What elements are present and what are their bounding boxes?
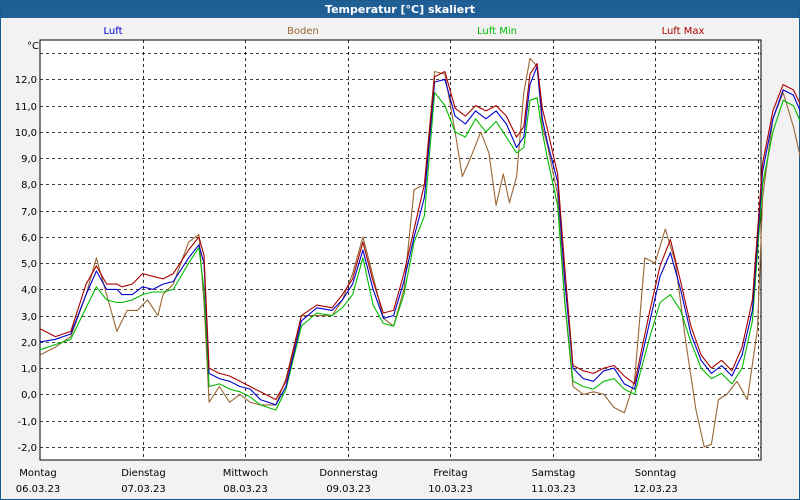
y-tick-label: 8,0 xyxy=(21,180,37,191)
y-tick-label: 12,0 xyxy=(15,75,37,86)
x-day-label: Montag xyxy=(19,468,56,479)
x-date-label: 08.03.23 xyxy=(223,484,268,495)
y-tick-label: 0,0 xyxy=(21,390,37,401)
x-day-label: Mittwoch xyxy=(223,468,268,479)
x-date-label: 10.03.23 xyxy=(428,484,473,495)
legend-entry-luft: Luft xyxy=(104,26,123,37)
x-axis: Montag 06.03.23 Dienstag 07.03.23 Mittwoch 08… xyxy=(16,468,678,495)
x-day-label: Freitag xyxy=(433,468,467,479)
legend-entry-luft-max: Luft Max xyxy=(662,26,705,37)
x-day-label: Donnerstag xyxy=(319,468,377,479)
y-axis: -2,0 -1,0 0,0 1,0 2,0 3,0 4,0 5,0 6,0 7,0 8,0 9,0 10… xyxy=(15,41,39,454)
x-date-label: 11.03.23 xyxy=(531,484,576,495)
x-date-label: 07.03.23 xyxy=(121,484,166,495)
temperature-chart: Luft Boden Luft Min Luft Max -2,0 -1,0 0,0 1,0… xyxy=(15,26,800,495)
y-tick-label: 5,0 xyxy=(21,259,37,270)
y-tick-label: -2,0 xyxy=(17,443,37,454)
y-tick-label: 4,0 xyxy=(21,285,37,296)
legend-entry-luft-min: Luft Min xyxy=(477,26,517,37)
x-day-label: Dienstag xyxy=(121,468,166,479)
legend-entry-boden: Boden xyxy=(287,26,319,37)
y-tick-label: 3,0 xyxy=(21,312,37,323)
y-tick-label: 2,0 xyxy=(21,338,37,349)
x-date-label: 12.03.23 xyxy=(633,484,678,495)
y-tick-label: 9,0 xyxy=(21,154,37,165)
y-tick-label: 7,0 xyxy=(21,207,37,218)
x-day-label: Sonntag xyxy=(635,468,677,479)
y-tick-label: 6,0 xyxy=(21,233,37,244)
y-tick-label: 11,0 xyxy=(15,102,37,113)
legend: Luft Boden Luft Min Luft Max xyxy=(104,26,705,37)
x-date-label: 09.03.23 xyxy=(326,484,371,495)
y-tick-label: 10,0 xyxy=(15,128,37,139)
x-date-label: 06.03.23 xyxy=(16,484,61,495)
y-tick-label: 1,0 xyxy=(21,364,37,375)
y-axis-unit: °C xyxy=(27,41,39,52)
plot-area xyxy=(39,39,762,461)
y-tick-label: -1,0 xyxy=(17,417,37,428)
x-day-label: Samstag xyxy=(532,468,576,479)
